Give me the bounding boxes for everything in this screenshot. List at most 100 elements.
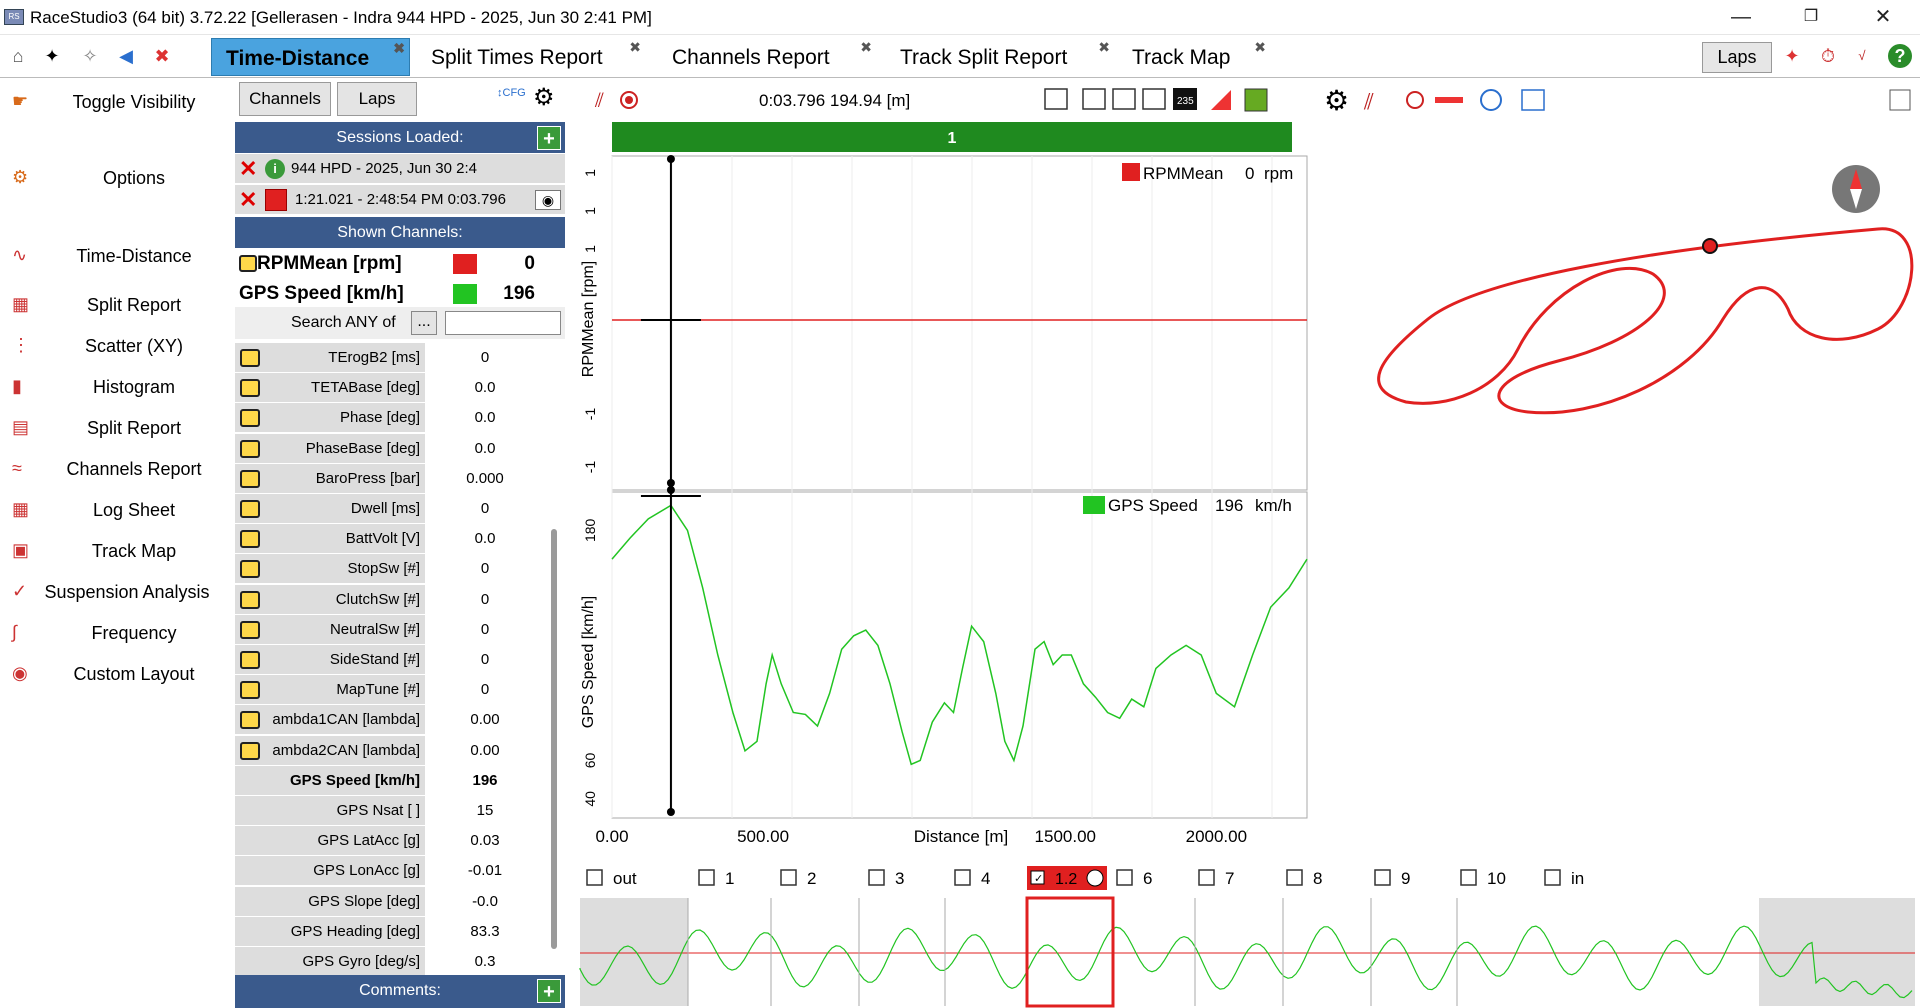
eye-icon[interactable]: ◉ bbox=[535, 190, 561, 210]
nav-item-split-report[interactable]: ▦ Split Report bbox=[0, 286, 228, 324]
lap-checkbox[interactable] bbox=[1286, 869, 1303, 886]
nav-item-histogram[interactable]: ▮ Histogram bbox=[0, 368, 228, 406]
help-icon[interactable]: ? bbox=[1888, 44, 1912, 68]
channel-row[interactable]: GPS LonAcc [g] -0.01 bbox=[235, 856, 547, 887]
tab-channels-report[interactable]: Channels Report ✖ bbox=[658, 38, 876, 76]
nav-item-frequency[interactable]: ∫ Frequency bbox=[0, 614, 228, 652]
add-comment-icon[interactable]: + bbox=[537, 979, 561, 1003]
track-red-icon[interactable]: ✦ bbox=[1780, 44, 1804, 68]
overlay-icon[interactable] bbox=[1142, 88, 1166, 110]
add-session-icon[interactable]: + bbox=[537, 126, 561, 150]
channel-row[interactable]: GPS LatAcc [g] 0.03 bbox=[235, 826, 547, 857]
laps-tab-button[interactable]: Laps bbox=[337, 82, 417, 116]
car-position-marker[interactable] bbox=[1702, 238, 1718, 254]
tab-time-distance[interactable]: Time-Distance ✖ bbox=[211, 38, 410, 76]
selected-lap-frame[interactable] bbox=[1025, 896, 1115, 1008]
time-distance-chart[interactable]: ⫽ 0:03.796 194.94 [m] 235 1 RPMMean 0 rpm RPMMe… bbox=[575, 79, 1315, 849]
channel-row[interactable]: BattVolt [V] 0.0 bbox=[235, 524, 547, 555]
zoom-fit-icon[interactable] bbox=[1112, 88, 1136, 110]
info-icon[interactable]: i bbox=[265, 159, 285, 179]
nav-item-options[interactable]: ⚙ Options bbox=[0, 159, 228, 197]
map-gear-icon[interactable]: ⚙ bbox=[1324, 85, 1349, 116]
gear-icon[interactable]: ⚙ bbox=[533, 83, 555, 112]
channel-row[interactable]: GPS Nsat [ ] 15 bbox=[235, 796, 547, 826]
map-record-icon[interactable] bbox=[1406, 91, 1424, 109]
channel-row[interactable]: PhaseBase [deg] 0.0 bbox=[235, 433, 547, 464]
close-tab-icon[interactable]: ✖ bbox=[1254, 27, 1266, 67]
color-swatch[interactable] bbox=[453, 284, 477, 304]
play-icon[interactable] bbox=[1521, 89, 1545, 111]
stop-icon[interactable]: ✖ bbox=[150, 44, 174, 68]
lap-checkbox[interactable] bbox=[868, 869, 885, 886]
channel-row[interactable]: Phase [deg] 0.0 bbox=[235, 403, 547, 434]
shown-channel-gps-speed[interactable]: GPS Speed [km/h] 196 bbox=[235, 279, 565, 309]
tab-track-map[interactable]: Track Map ✖ bbox=[1118, 38, 1270, 76]
tab-track-split-report[interactable]: Track Split Report ✖ bbox=[886, 38, 1114, 76]
track-outline-icon[interactable]: ✧ bbox=[78, 44, 102, 68]
minimize-icon[interactable]: — bbox=[1718, 3, 1764, 31]
lap-checkbox[interactable] bbox=[698, 869, 715, 886]
lap-checkbox[interactable] bbox=[1544, 869, 1561, 886]
map-line-style-icon[interactable]: ⫽ bbox=[1363, 89, 1374, 114]
nav-item-custom-layout[interactable]: ◉ Custom Layout bbox=[0, 655, 228, 693]
laps-overview-chart[interactable]: out 1 2 3 4 ✓ 1.2 6 7 8 9 10 in bbox=[575, 858, 1920, 1008]
nav-item-track-map[interactable]: ▣ Track Map bbox=[0, 532, 228, 570]
stopwatch-icon[interactable]: ⏱ bbox=[1816, 44, 1840, 68]
lap-checkbox[interactable] bbox=[780, 869, 797, 886]
session-color-swatch[interactable] bbox=[265, 189, 287, 211]
channel-row[interactable]: BaroPress [bar] 0.000 bbox=[235, 463, 547, 494]
track-map[interactable]: ⚙ ⫽ bbox=[1318, 79, 1920, 849]
close-tab-icon[interactable]: ✖ bbox=[1098, 27, 1110, 67]
shown-channel-rpm[interactable]: RPMMean [rpm] 0 bbox=[235, 249, 565, 279]
nav-item-toggle-visibility[interactable]: ☛ Toggle Visibility bbox=[0, 83, 228, 121]
channel-row[interactable]: NeutralSw [#] 0 bbox=[235, 614, 547, 645]
lap-checkbox[interactable] bbox=[1374, 869, 1391, 886]
nav-item-log-sheet[interactable]: ▦ Log Sheet bbox=[0, 491, 228, 529]
channel-row[interactable]: TETABase [deg] 0.0 bbox=[235, 373, 547, 404]
speed-pane[interactable] bbox=[611, 491, 1308, 819]
target-icon[interactable] bbox=[1480, 89, 1502, 111]
math-channel-icon[interactable]: √ bbox=[1850, 44, 1874, 68]
channels-button[interactable]: Channels bbox=[239, 82, 331, 116]
track-icon[interactable]: ✦ bbox=[40, 44, 64, 68]
lap-checkbox[interactable] bbox=[586, 869, 603, 886]
search-input[interactable] bbox=[445, 311, 561, 335]
home-icon[interactable]: ⌂ bbox=[6, 44, 30, 68]
channel-row[interactable]: MapTune [#] 0 bbox=[235, 675, 547, 706]
ruler-icon[interactable] bbox=[1044, 88, 1068, 110]
rpm-pane[interactable] bbox=[611, 155, 1308, 491]
back-icon[interactable]: ◀ bbox=[114, 44, 138, 68]
session-row[interactable]: ✕ i 944 HPD - 2025, Jun 30 2:4 bbox=[235, 154, 565, 184]
channel-row[interactable]: ambda1CAN [lambda] 0.00 bbox=[235, 705, 547, 736]
zoom-in-icon[interactable] bbox=[1082, 88, 1106, 110]
remove-lap-icon[interactable]: ✕ bbox=[239, 189, 261, 211]
channel-row[interactable]: ambda2CAN [lambda] 0.00 bbox=[235, 735, 547, 766]
laps-button[interactable]: Laps bbox=[1702, 42, 1772, 73]
nav-item-channels-report[interactable]: ≈ Channels Report bbox=[0, 450, 228, 488]
close-tab-icon[interactable]: ✖ bbox=[629, 27, 641, 67]
lap-checkbox[interactable] bbox=[1116, 869, 1133, 886]
restore-icon[interactable]: ❐ bbox=[1788, 3, 1834, 31]
delta-icon[interactable] bbox=[1211, 90, 1231, 110]
session-lap-row[interactable]: ✕ 1:21.021 - 2:48:54 PM 0:03.796 ◉ bbox=[235, 185, 565, 215]
lap-checkbox[interactable] bbox=[1460, 869, 1477, 886]
channel-list-scrollbar[interactable] bbox=[551, 529, 557, 949]
close-icon[interactable]: ✕ bbox=[1860, 3, 1906, 31]
channel-row[interactable]: StopSw [#] 0 bbox=[235, 554, 547, 585]
lap-checkbox[interactable] bbox=[954, 869, 971, 886]
search-options-button[interactable]: ... bbox=[411, 311, 437, 335]
channel-row[interactable]: GPS Heading [deg] 83.3 bbox=[235, 916, 547, 947]
lap-eye-icon[interactable] bbox=[1086, 869, 1104, 887]
channel-row[interactable]: GPS Speed [km/h] 196 bbox=[235, 765, 547, 796]
cfg-icon[interactable]: ↕CFG bbox=[497, 87, 526, 99]
channel-row[interactable]: GPS Slope [deg] -0.0 bbox=[235, 886, 547, 917]
channel-row[interactable]: GPS Gyro [deg/s] 0.3 bbox=[235, 947, 547, 977]
map-popout-icon[interactable] bbox=[1889, 89, 1911, 111]
close-tab-icon[interactable]: ✖ bbox=[393, 28, 405, 68]
color-scale-icon[interactable] bbox=[1435, 97, 1463, 103]
color-swatch[interactable] bbox=[453, 254, 477, 274]
channel-row[interactable]: SideStand [#] 0 bbox=[235, 645, 547, 675]
close-tab-icon[interactable]: ✖ bbox=[860, 27, 872, 67]
channel-row[interactable]: TErogB2 [ms] 0 bbox=[235, 343, 547, 373]
nav-item-split-report[interactable]: ▤ Split Report bbox=[0, 409, 228, 447]
